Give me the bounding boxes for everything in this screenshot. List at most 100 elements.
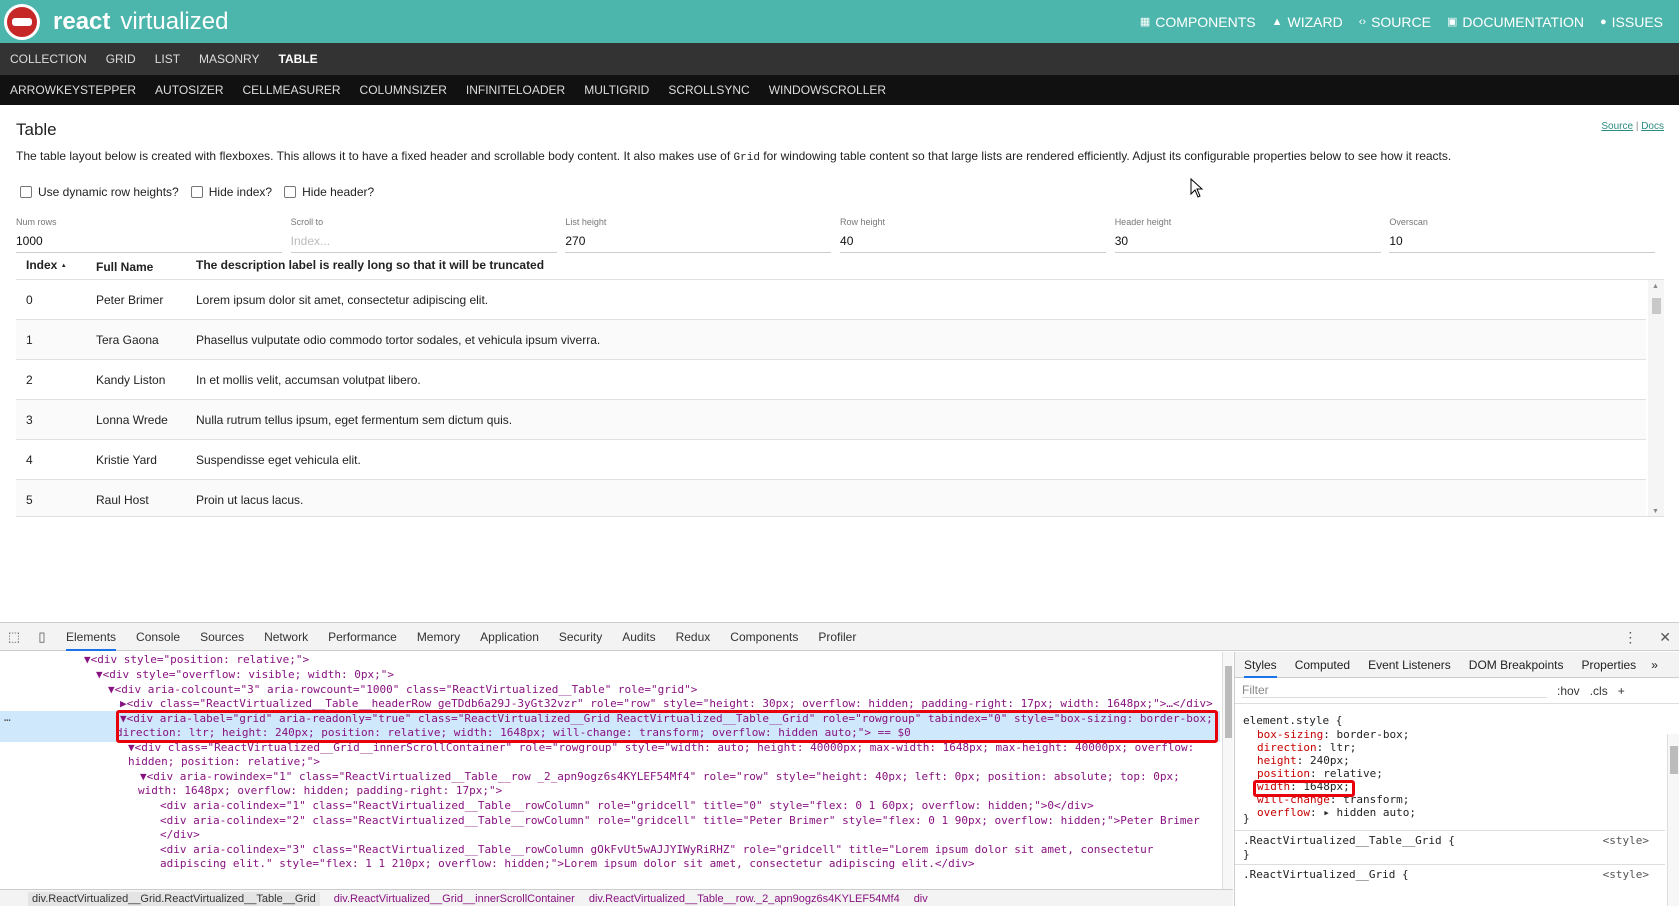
topnav-issues[interactable]: ● ISSUES (1600, 14, 1663, 30)
device-toolbar-icon[interactable]: ▯ (28, 629, 56, 645)
nav-columnsizer[interactable]: COLUMNSIZER (360, 83, 447, 97)
brand-virtualized[interactable]: virtualized (120, 8, 228, 36)
nav-arrowkeystepper[interactable]: ARROWKEYSTEPPER (10, 83, 136, 97)
breadcrumb-item[interactable]: div.ReactVirtualized__Grid.ReactVirtuali… (28, 891, 320, 906)
nav-collection[interactable]: COLLECTION (10, 52, 87, 66)
dom-node-line[interactable]: width: 1648px; overflow: hidden; padding… (138, 783, 502, 798)
devtools-tab-components[interactable]: Components (730, 630, 798, 644)
nav-infiniteloader[interactable]: INFINITELOADER (466, 83, 565, 97)
topnav-components[interactable]: ▦ COMPONENTS (1140, 14, 1256, 30)
breadcrumb-item[interactable]: div (914, 893, 928, 905)
style-prop-box-sizing[interactable]: box-sizing: border-box; (1257, 728, 1409, 742)
header-description[interactable]: The description label is really long so … (186, 258, 544, 272)
devtools-tab-console[interactable]: Console (136, 630, 180, 644)
nav-cellmeasurer[interactable]: CELLMEASURER (243, 83, 341, 97)
breadcrumb-item[interactable]: div.ReactVirtualized__Grid__innerScrollC… (334, 893, 575, 905)
nav-windowscroller[interactable]: WINDOWSCROLLER (769, 83, 886, 97)
filter-tool[interactable]: + (1618, 684, 1625, 698)
table-row[interactable]: 1 Tera Gaona Phasellus vulputate odio comm… (16, 320, 1646, 360)
devtools-tab-redux[interactable]: Redux (676, 630, 711, 644)
nav-grid[interactable]: GRID (106, 52, 136, 66)
dom-node-line[interactable]: ▼<div style="position: relative;"> (84, 652, 309, 667)
table-row[interactable]: 0 Peter Brimer Lorem ipsum dolor sit amet,… (16, 280, 1646, 320)
scroll-up-icon[interactable]: ▲ (1652, 283, 1659, 290)
nav-multigrid[interactable]: MULTIGRID (584, 83, 649, 97)
styles-tab-styles[interactable]: Styles (1244, 652, 1277, 678)
checkbox[interactable] (284, 186, 297, 198)
dom-node-line[interactable]: <div aria-colindex="3" class="ReactVirtu… (160, 842, 1153, 857)
table-row[interactable]: 2 Kandy Liston In et mollis velit, accumsa… (16, 360, 1646, 400)
styles-tab-computed[interactable]: Computed (1295, 658, 1350, 672)
devtools-tab-security[interactable]: Security (559, 630, 602, 644)
more-options-icon[interactable]: ⋮ (1623, 629, 1637, 645)
close-devtools-icon[interactable]: ✕ (1659, 629, 1671, 645)
dom-node-line[interactable]: ▼<div style="overflow: visible; width: 0… (96, 667, 394, 682)
devtools-tab-memory[interactable]: Memory (417, 630, 460, 644)
field-input[interactable]: 30 (1115, 234, 1128, 248)
scrollbar-thumb[interactable] (1652, 298, 1661, 314)
styles-scrollbar[interactable] (1667, 734, 1679, 906)
field-input[interactable]: 270 (565, 234, 585, 248)
inspect-element-icon[interactable]: ⬚ (0, 629, 28, 645)
style-prop-overflow[interactable]: overflow: ▸ hidden auto; (1257, 806, 1416, 820)
field-input[interactable]: 10 (1389, 234, 1402, 248)
style-prop-direction[interactable]: direction: ltr; (1257, 741, 1356, 755)
topnav-source[interactable]: ‹› SOURCE (1359, 14, 1431, 30)
more-tabs-icon[interactable]: » (1651, 658, 1658, 672)
elements-scrollbar[interactable] (1222, 652, 1233, 889)
field-input[interactable]: 1000 (16, 234, 43, 248)
checkbox[interactable] (190, 186, 203, 198)
topnav-wizard[interactable]: ▲ WIZARD (1272, 14, 1343, 30)
dom-node-line[interactable]: ▶<div class="ReactVirtualized__Table__he… (120, 696, 1213, 711)
dom-node-line[interactable]: adipiscing elit." style="flex: 1 1 210px… (160, 856, 975, 871)
styles-tab-dom-breakpoints[interactable]: DOM Breakpoints (1469, 658, 1564, 672)
filter-tool[interactable]: .cls (1590, 684, 1608, 698)
style-prop-height[interactable]: height: 240px; (1257, 754, 1350, 768)
dom-node-line[interactable]: ▼<div aria-rowindex="1" class="ReactVirt… (140, 769, 1180, 784)
header-index[interactable]: Index ▲ (16, 258, 86, 272)
nav-autosizer[interactable]: AUTOSIZER (155, 83, 223, 97)
elements-tree[interactable]: … ▼<div style="position: relative;"> ▼<di… (0, 652, 1233, 889)
header-full-name[interactable]: Full Name (86, 256, 186, 274)
table-row[interactable]: 3 Lonna Wrede Nulla rutrum tellus ipsum, e… (16, 400, 1646, 440)
field-input[interactable]: 40 (840, 234, 853, 248)
devtools-tab-profiler[interactable]: Profiler (818, 630, 856, 644)
react-virtualized-logo[interactable] (4, 3, 40, 40)
filter-tool[interactable]: :hov (1557, 684, 1580, 698)
checkbox-option-2[interactable]: Hide header? (284, 185, 374, 199)
docs-link[interactable]: Docs (1641, 121, 1664, 132)
brand-react[interactable]: react (53, 8, 110, 36)
checkbox-option-1[interactable]: Hide index? (190, 185, 272, 199)
devtools-tab-application[interactable]: Application (480, 630, 539, 644)
devtools-tab-elements[interactable]: Elements (66, 623, 117, 651)
styles-tab-event-listeners[interactable]: Event Listeners (1368, 658, 1451, 672)
devtools-tab-performance[interactable]: Performance (328, 630, 397, 644)
nav-scrollsync[interactable]: SCROLLSYNC (668, 83, 749, 97)
style-prop-position[interactable]: position: relative; (1257, 767, 1383, 781)
devtools-tab-audits[interactable]: Audits (622, 630, 655, 644)
dom-node-line[interactable]: <div aria-colindex="1" class="ReactVirtu… (160, 798, 1094, 813)
nav-list[interactable]: LIST (155, 52, 180, 66)
dom-node-line[interactable]: <div aria-colindex="2" class="ReactVirtu… (160, 813, 1200, 828)
nav-masonry[interactable]: MASONRY (199, 52, 259, 66)
table-row[interactable]: 5 Raul Host Proin ut lacus lacus. (16, 480, 1646, 516)
scroll-down-icon[interactable]: ▼ (1652, 508, 1659, 515)
styles-tab-properties[interactable]: Properties (1581, 658, 1636, 672)
dom-node-line[interactable]: ▼<div aria-colcount="3" aria-rowcount="1… (108, 682, 697, 697)
table-row[interactable]: 4 Kristie Yard Suspendisse eget vehicula e… (16, 440, 1646, 480)
devtools-tab-sources[interactable]: Sources (200, 630, 244, 644)
topnav-documentation[interactable]: ▣ DOCUMENTATION (1447, 14, 1584, 30)
styles-filter-input[interactable]: Filter (1242, 683, 1547, 698)
dom-node-line[interactable]: </div> (160, 827, 200, 842)
field-input[interactable]: Index... (291, 234, 330, 248)
rule2-source[interactable]: <style> (1603, 868, 1649, 881)
breadcrumb-item[interactable]: div.ReactVirtualized__Table__row._2_apn9… (589, 893, 900, 905)
dom-node-line[interactable]: hidden; position: relative;"> (128, 754, 320, 769)
table-scrollbar[interactable]: ▲ ▼ (1648, 280, 1664, 516)
rule-source[interactable]: <style> (1603, 834, 1649, 847)
checkbox[interactable] (20, 186, 32, 198)
checkbox-option-0[interactable]: Use dynamic row heights? (20, 185, 179, 199)
nav-table[interactable]: TABLE (279, 52, 318, 66)
source-link[interactable]: Source (1601, 121, 1633, 132)
table-body[interactable]: 0 Peter Brimer Lorem ipsum dolor sit amet,… (16, 280, 1664, 517)
